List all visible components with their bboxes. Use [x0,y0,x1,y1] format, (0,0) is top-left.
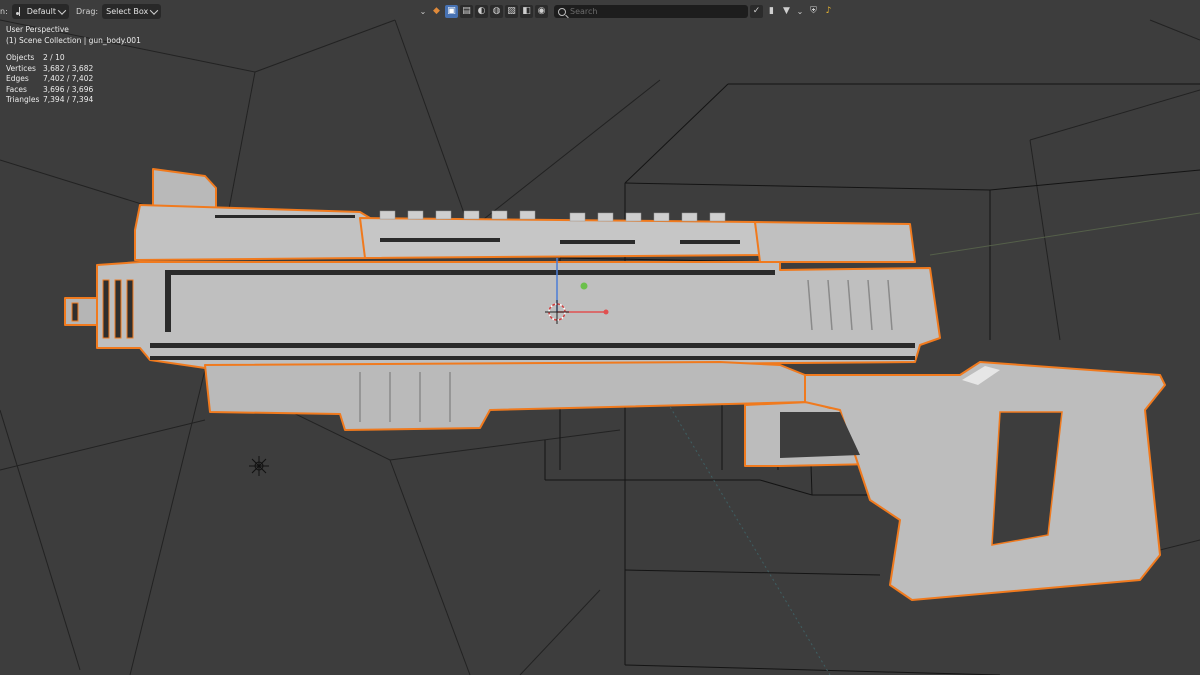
stat-value: 7,402 / 7,402 [43,74,94,83]
chevron-down-icon[interactable]: ⌄ [795,5,805,18]
outliner-icon[interactable]: ▤ [460,5,473,18]
stat-label: Vertices [6,63,36,73]
orientation-dropdown[interactable]: Default [11,4,69,19]
mesh-data-icon[interactable]: ◆ [430,5,443,18]
orientation-value: Default [26,7,56,16]
stat-value: 3,682 / 3,682 [43,63,94,73]
stat-label: Faces [6,84,27,94]
stat-label: Edges [6,74,29,83]
camera-icon[interactable]: ◉ [535,5,548,18]
select-icon[interactable]: ▣ [445,5,458,18]
view-name: User Perspective [6,25,69,34]
chevron-down-icon [57,5,67,15]
drag-label: Drag: [76,7,99,16]
bookmark-icon[interactable]: ▮ [765,5,778,18]
chevron-down-icon [149,5,159,15]
stat-value: 2 / 10 [43,53,65,62]
stat-value: 3,696 / 3,696 [43,84,94,94]
search-field[interactable] [554,5,748,18]
transform-orientation-icon [15,7,24,16]
search-input[interactable] [570,7,730,16]
stat-label: Triangles [6,95,40,104]
sphere-icon[interactable]: ◐ [475,5,488,18]
drag-value: Select Box [106,7,149,16]
bell-icon[interactable]: ♪ [822,5,835,18]
scene-statistics: Objects 2 / 10 Vertices 3,682 / 3,682 Ed… [6,53,141,106]
horizon-axis-line [929,212,1200,256]
search-icon [558,7,566,16]
orientation-label: n: [0,7,8,16]
stat-value: 7,394 / 7,394 [43,95,94,104]
stat-label: Objects [6,53,35,62]
scene-icon[interactable]: ◧ [520,5,533,18]
3d-viewport[interactable]: n: Default Drag: Select Box ⌄ ◆ ▣ ▤ ◐ ◍ … [0,0,1200,675]
filter-icon[interactable]: ▼ [780,5,793,18]
light-icon[interactable] [249,456,269,476]
shield-icon[interactable]: ⛨ [807,5,820,18]
chevron-down-icon[interactable]: ⌄ [418,5,428,18]
viewport-toolbar: ⌄ ◆ ▣ ▤ ◐ ◍ ▧ ◧ ◉ ✓ ▮ ▼ ⌄ ⛨ ♪ [418,3,835,20]
collection-name: (1) Scene Collection | gun_body.001 [6,35,141,45]
viewport-scene[interactable] [0,0,1200,675]
viewport-overlay-info: User Perspective (1) Scene Collection | … [6,25,141,106]
drag-dropdown[interactable]: Select Box [102,4,162,19]
viewport-header-left: n: Default Drag: Select Box [0,3,162,20]
globe-icon[interactable]: ◍ [490,5,503,18]
image-icon[interactable]: ▧ [505,5,518,18]
checkmark-icon[interactable]: ✓ [750,5,763,18]
